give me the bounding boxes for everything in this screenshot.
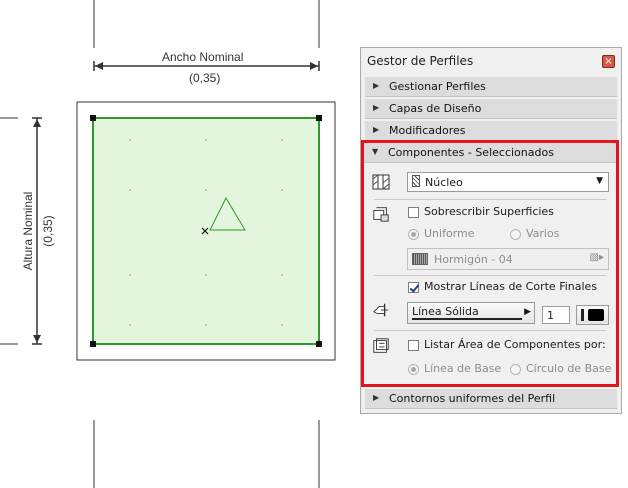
width-value: (0,35) — [189, 71, 221, 85]
line-icon — [373, 303, 389, 317]
close-icon: × — [604, 56, 613, 67]
core-pattern-icon — [412, 175, 420, 187]
expand-arrow-icon: ▶ — [373, 81, 380, 90]
divider — [374, 275, 606, 276]
base-line-label: Línea de Base — [424, 362, 502, 375]
base-circle-radio[interactable] — [510, 364, 521, 375]
pen-color-swatch — [588, 309, 604, 321]
width-label: Ancho Nominal — [162, 50, 244, 64]
surface-icon — [373, 207, 389, 222]
various-label: Varios — [526, 227, 560, 240]
pen-number-field[interactable]: 1 — [542, 306, 570, 324]
section-contornos-uniformes[interactable]: ▶ Contornos uniformes del Perfil — [365, 389, 617, 409]
expand-arrow-icon: ▶ — [373, 103, 380, 112]
components-section: ▼ Componentes - Seleccionados Núcleo ▼ S… — [361, 140, 619, 387]
section-label: Modificadores — [389, 124, 466, 137]
section-gestionar-perfiles[interactable]: ▶ Gestionar Perfiles — [365, 77, 617, 97]
override-surfaces-checkbox[interactable] — [408, 207, 419, 218]
component-pattern-icon — [372, 174, 390, 190]
section-componentes-header[interactable]: ▼ Componentes - Seleccionados — [364, 143, 616, 163]
override-surfaces-label: Sobrescribir Superficies — [424, 205, 554, 218]
pen-number-value: 1 — [547, 309, 554, 322]
height-value: (0,35) — [41, 215, 55, 247]
area-icon — [373, 338, 389, 353]
material-picker-icon: ▧▸ — [589, 252, 604, 263]
collapse-arrow-icon: ▼ — [372, 147, 379, 156]
base-line-radio[interactable] — [408, 364, 419, 375]
expand-arrow-icon: ▶ — [373, 125, 380, 134]
section-label: Contornos uniformes del Perfil — [389, 392, 556, 405]
expand-arrow-icon: ▶ — [373, 393, 380, 402]
height-label: Altura Nominal — [21, 191, 35, 271]
show-cut-lines-label: Mostrar Líneas de Corte Finales — [424, 280, 598, 293]
divider — [374, 330, 606, 331]
various-radio[interactable] — [510, 229, 521, 240]
show-cut-lines-checkbox[interactable] — [408, 282, 419, 293]
surface-material-select[interactable]: Hormigón - 04 ▧▸ — [407, 248, 609, 270]
section-capas-de-diseno[interactable]: ▶ Capas de Diseño — [365, 99, 617, 119]
list-area-label: Listar Área de Componentes por: — [424, 338, 606, 351]
profile-manager-panel: Gestor de Perfiles × ▶ Gestionar Perfile… — [360, 47, 622, 414]
uniform-radio[interactable] — [408, 229, 419, 240]
section-modificadores[interactable]: ▶ Modificadores — [365, 121, 617, 141]
dropdown-arrow-icon: ▶ — [524, 307, 531, 317]
component-select-value: Núcleo — [425, 176, 463, 189]
surface-material-value: Hormigón - 04 — [434, 253, 513, 266]
hatch-swatch-icon — [412, 253, 428, 265]
section-label: Gestionar Perfiles — [389, 80, 486, 93]
list-area-checkbox[interactable] — [408, 340, 419, 351]
line-type-value: Línea Sólida — [412, 305, 479, 318]
base-circle-label: Círculo de Base — [526, 362, 612, 375]
section-label: Capas de Diseño — [389, 102, 482, 115]
uniform-label: Uniforme — [424, 227, 475, 240]
drawing-canvas[interactable]: Ancho Nominal (0,35) Altura Nominal (0,3… — [0, 0, 360, 488]
dropdown-arrow-icon: ▼ — [596, 176, 603, 186]
close-button[interactable]: × — [602, 55, 615, 68]
divider — [374, 199, 606, 200]
component-select[interactable]: Núcleo ▼ — [407, 172, 609, 192]
line-preview — [412, 318, 522, 320]
section-label: Componentes - Seleccionados — [388, 146, 554, 159]
pen-color-button[interactable] — [576, 305, 609, 325]
panel-title: Gestor de Perfiles — [367, 54, 474, 68]
pen-color-divider — [581, 309, 584, 321]
line-type-select[interactable]: Línea Sólida ▶ — [407, 302, 535, 324]
